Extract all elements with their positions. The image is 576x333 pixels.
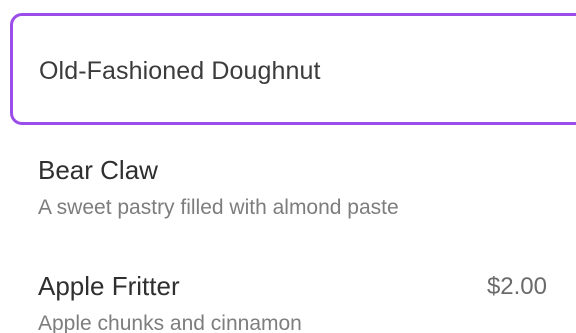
search-input[interactable]: Old-Fashioned Doughnut xyxy=(10,13,576,125)
menu-panel: Old-Fashioned Doughnut Bear Claw A sweet… xyxy=(0,0,576,333)
menu-item-description: Apple chunks and cinnamon xyxy=(38,312,302,333)
menu-item-description: A sweet pastry filled with almond paste xyxy=(38,196,399,219)
menu-item-title: Apple Fritter xyxy=(38,271,180,301)
search-input-value: Old-Fashioned Doughnut xyxy=(39,57,321,85)
menu-item[interactable]: Apple Fritter $2.00 Apple chunks and cin… xyxy=(38,271,576,333)
menu-item[interactable]: Bear Claw A sweet pastry filled with alm… xyxy=(38,155,576,225)
menu-item-price: $2.00 xyxy=(486,273,547,300)
menu-item-title: Bear Claw xyxy=(38,155,158,185)
